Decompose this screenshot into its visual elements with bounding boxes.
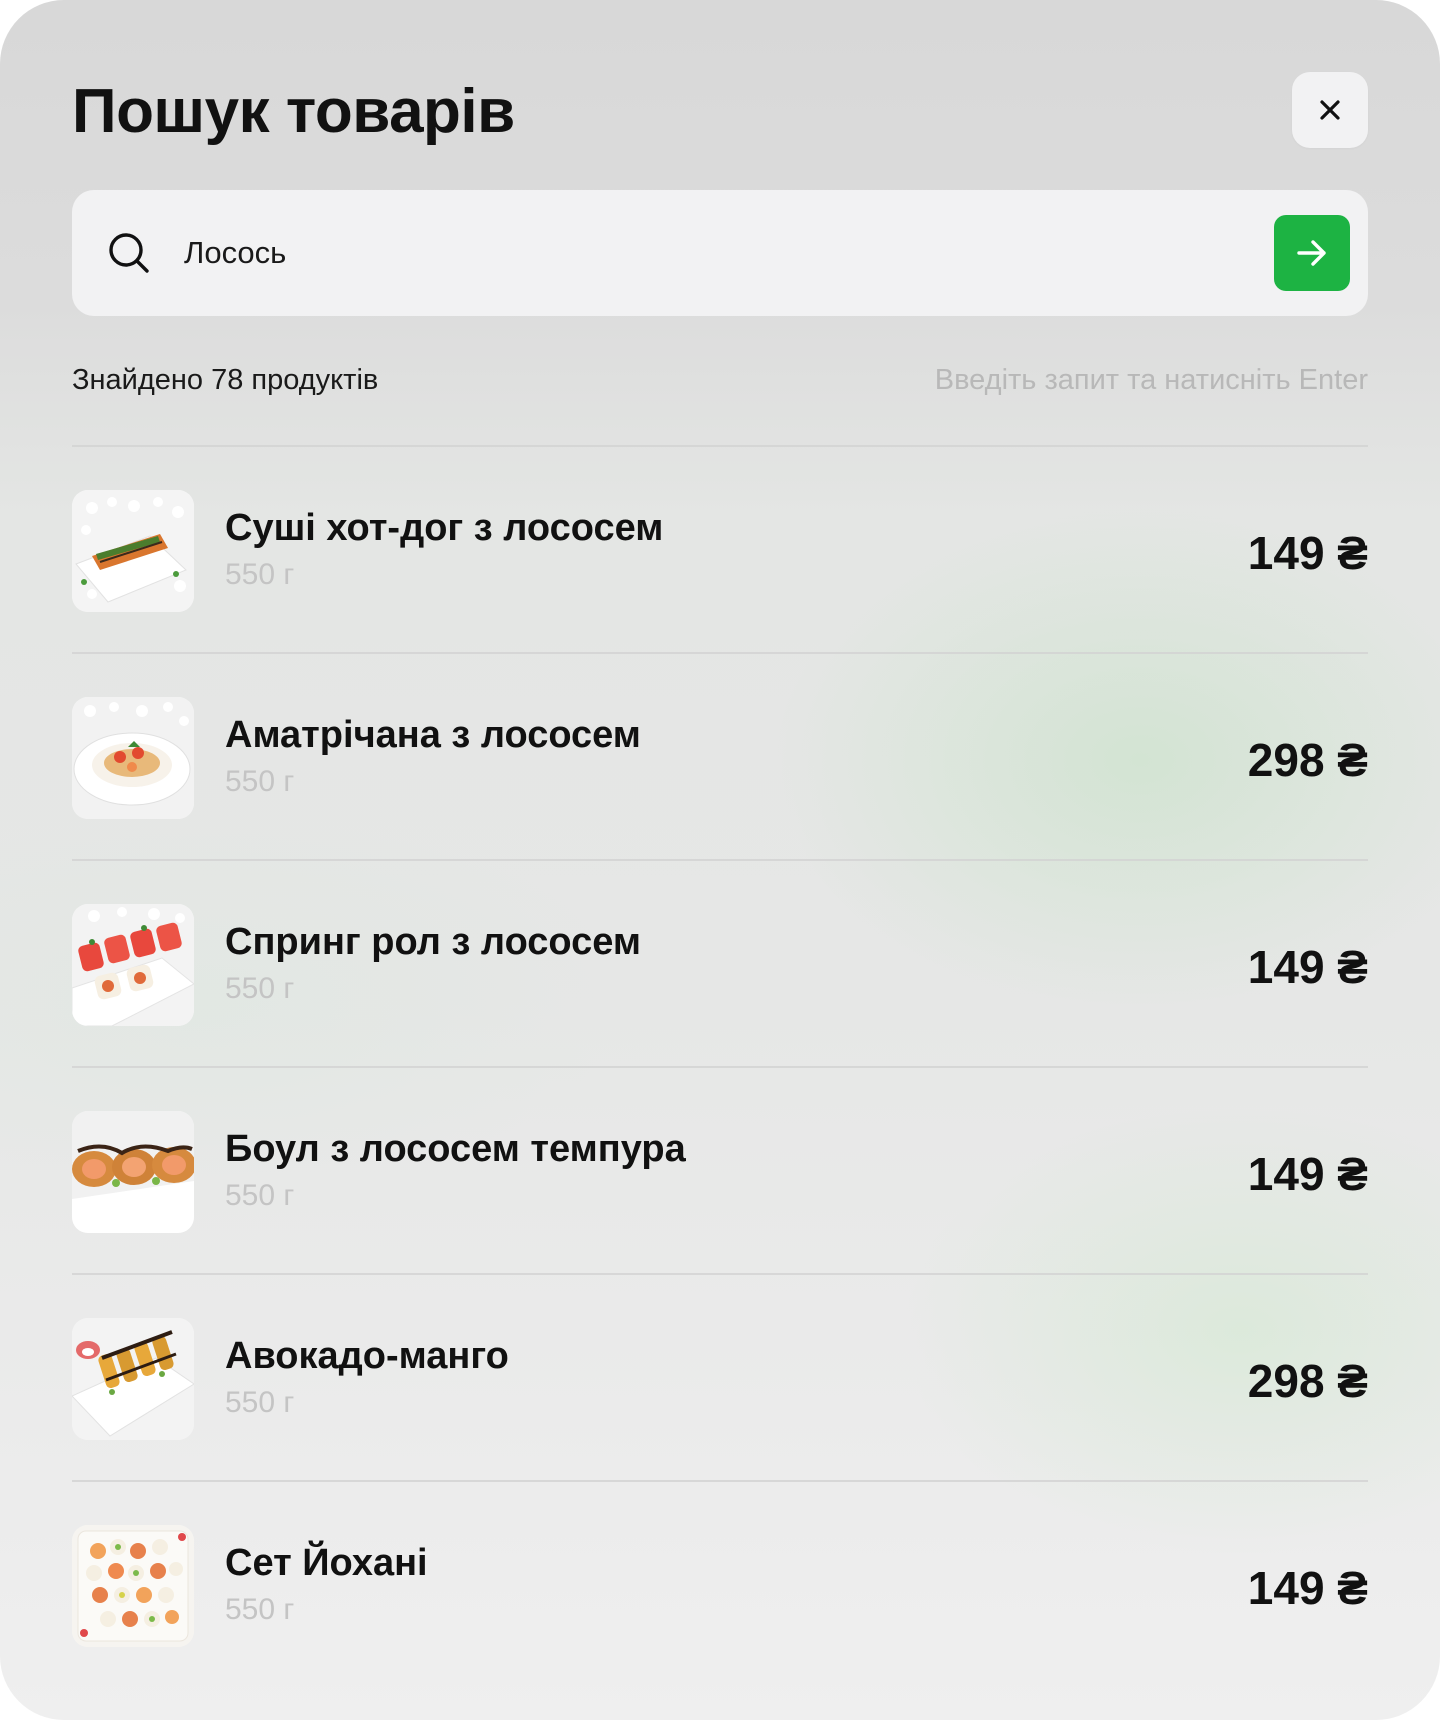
product-price: 149 ₴ [1247,527,1368,579]
product-weight: 550 г [225,558,295,591]
list-item[interactable]: Авокадо-манго 550 г 298 ₴ [72,1273,1368,1480]
search-icon [109,233,149,273]
product-image [72,490,194,612]
pasta-bowl-image [72,697,194,819]
list-item[interactable]: Боул з лососем темпура 550 г 149 ₴ [72,1066,1368,1273]
product-name: Аматрічана з лососем [225,714,641,756]
close-button[interactable] [1292,72,1368,148]
close-icon [1320,100,1340,120]
search-modal: Пошук товарів Знайдено 78 продуктів Введ… [0,0,1440,1720]
list-item[interactable]: Спринг рол з лососем 550 г 149 ₴ [72,859,1368,1066]
results-count: Знайдено 78 продуктів [72,364,379,396]
product-price: 149 ₴ [1247,1148,1368,1200]
sushi-hotdog-image [72,490,194,612]
product-price: 298 ₴ [1247,734,1368,786]
product-name: Авокадо-манго [225,1335,509,1377]
product-image [72,904,194,1026]
search-hint: Введіть запит та натисніть Enter [934,364,1368,396]
list-item[interactable]: Аматрічана з лососем 550 г 298 ₴ [72,652,1368,859]
modal-header: Пошук товарів [72,72,1368,152]
product-image [72,1318,194,1440]
product-image [72,697,194,819]
product-image [72,1111,194,1233]
list-item[interactable]: Сет Йохані 550 г 149 ₴ [72,1480,1368,1687]
search-input[interactable] [184,223,1184,283]
arrow-right-icon [1297,240,1326,266]
list-item[interactable]: Суші хот-дог з лососем 550 г 149 ₴ [72,445,1368,652]
sushi-set-image [72,1525,194,1647]
search-submit-button[interactable] [1274,215,1350,291]
results-list: Суші хот-дог з лососем 550 г 149 ₴ Аматр… [72,445,1368,1687]
product-name: Спринг рол з лососем [225,921,641,963]
product-price: 298 ₴ [1247,1355,1368,1407]
page-title: Пошук товарів [72,77,515,146]
product-name: Суші хот-дог з лососем [225,507,664,549]
product-price: 149 ₴ [1247,1562,1368,1614]
product-name: Сет Йохані [225,1542,428,1584]
spring-roll-image [72,904,194,1026]
product-weight: 550 г [225,765,295,798]
search-bar [72,190,1368,316]
product-name: Боул з лососем темпура [225,1128,686,1170]
product-image [72,1525,194,1647]
product-price: 149 ₴ [1247,941,1368,993]
product-weight: 550 г [225,1593,295,1626]
avocado-mango-roll-image [72,1318,194,1440]
product-weight: 550 г [225,1179,295,1212]
product-weight: 550 г [225,1386,295,1419]
product-weight: 550 г [225,972,295,1005]
tempura-roll-image [72,1111,194,1233]
